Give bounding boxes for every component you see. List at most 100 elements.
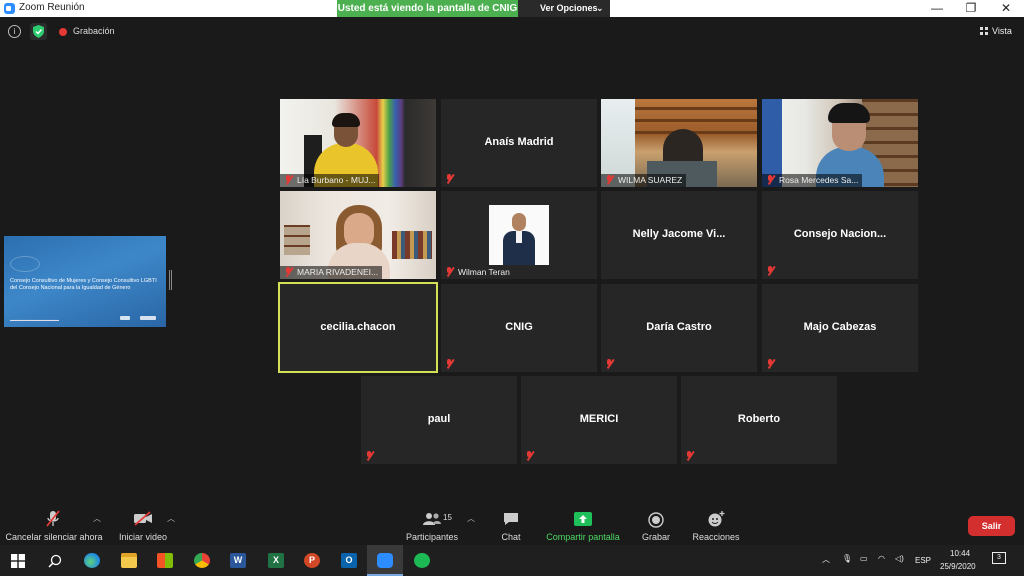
zoom-icon: [377, 553, 393, 568]
minimize-button[interactable]: —: [920, 0, 954, 17]
participant-tile[interactable]: Rosa Mercedes Sa...: [762, 99, 918, 187]
participant-tile[interactable]: Wilman Teran: [441, 191, 597, 279]
taskbar-zoom[interactable]: [367, 545, 403, 576]
notifications-button[interactable]: 3: [992, 552, 1006, 564]
participants-icon: [423, 513, 441, 525]
meeting-info-icon[interactable]: i: [8, 25, 21, 38]
notification-count: 3: [997, 554, 1001, 561]
shared-screen-thumbnail[interactable]: Consejo Consultivo de Mujeres y Consejo …: [4, 236, 166, 327]
tray-battery-icon[interactable]: ▭: [860, 554, 868, 563]
participant-tile[interactable]: Daría Castro: [601, 284, 757, 372]
view-options-button[interactable]: Ver Opciones ⌄: [518, 0, 610, 17]
start-video-label: Iniciar video: [118, 532, 168, 542]
participant-name: Rosa Mercedes Sa...: [779, 175, 859, 185]
outlook-icon: O: [341, 553, 357, 568]
chat-label: Chat: [501, 532, 521, 542]
muted-mic-icon: [445, 174, 454, 184]
tray-time[interactable]: 10:44: [950, 549, 970, 558]
muted-mic-icon: [445, 359, 454, 369]
search-icon: [48, 554, 62, 568]
participant-tile[interactable]: Majo Cabezas: [762, 284, 918, 372]
muted-mic-icon: [284, 267, 293, 277]
participant-name: Roberto: [737, 413, 781, 425]
share-screen-button[interactable]: Compartir pantalla: [542, 508, 624, 544]
view-options-label: Ver Opciones: [540, 3, 598, 13]
unmute-button[interactable]: Cancelar silenciar ahora: [0, 508, 108, 544]
participant-tile[interactable]: paul: [361, 376, 517, 464]
participant-tile[interactable]: Nelly Jacome Vi...: [601, 191, 757, 279]
muted-mic-icon: [284, 175, 293, 185]
panel-resize-handle[interactable]: [169, 270, 172, 290]
chrome-icon: [194, 553, 210, 568]
unmute-label: Cancelar silenciar ahora: [5, 532, 103, 542]
participant-name: Wilman Teran: [458, 267, 510, 277]
muted-mic-icon: [685, 451, 694, 461]
muted-mic-icon: [766, 266, 775, 276]
start-button[interactable]: [0, 545, 36, 576]
security-shield-icon[interactable]: [30, 23, 47, 40]
slide-logo: [120, 316, 130, 320]
tray-volume-icon[interactable]: ◁): [895, 554, 904, 563]
muted-mic-icon: [605, 359, 614, 369]
taskbar-outlook[interactable]: O: [331, 545, 367, 576]
participant-name: Consejo Nacion...: [793, 228, 887, 240]
muted-mic-icon: [445, 267, 454, 277]
restore-button[interactable]: ❐: [954, 0, 988, 17]
tray-wifi-icon[interactable]: ◠: [878, 554, 885, 563]
taskbar-file-explorer[interactable]: [111, 545, 147, 576]
participant-tile[interactable]: WILMA SUAREZ: [601, 99, 757, 187]
window-title: Zoom Reunión: [19, 2, 85, 13]
participant-name: WILMA SUAREZ: [618, 175, 683, 185]
taskbar-powerpoint[interactable]: P: [294, 545, 330, 576]
windows-logo-icon: [11, 554, 25, 568]
participant-tile[interactable]: CNIG: [441, 284, 597, 372]
chat-icon: [504, 513, 518, 525]
video-options-caret[interactable]: ︿: [167, 513, 175, 524]
participants-options-caret[interactable]: ︿: [467, 513, 475, 524]
leave-meeting-button[interactable]: Salir: [968, 516, 1015, 536]
participants-label: Participantes: [405, 532, 459, 542]
participant-name: Majo Cabezas: [803, 321, 877, 333]
reactions-button[interactable]: Reacciones: [690, 508, 742, 544]
participant-tile[interactable]: Lía Burbano - MUJ...: [280, 99, 436, 187]
search-button[interactable]: [36, 545, 72, 576]
view-button[interactable]: Vista: [980, 26, 1012, 36]
shared-slide-title: Consejo Consultivo de Mujeres y Consejo …: [10, 278, 157, 292]
participant-tile-active-speaker[interactable]: cecilia.chacon: [278, 282, 438, 373]
close-button[interactable]: ✕: [989, 0, 1023, 17]
folder-icon: [121, 553, 137, 568]
excel-icon: X: [268, 553, 284, 568]
taskbar-spotify[interactable]: [404, 545, 440, 576]
muted-mic-icon: [365, 451, 374, 461]
slide-footer: ▬▬▬▬▬▬▬▬▬▬▬▬▬▬: [10, 318, 59, 322]
taskbar-edge[interactable]: [74, 545, 110, 576]
tray-language[interactable]: ESP: [915, 556, 931, 565]
record-icon: [648, 512, 664, 528]
participant-name: CNIG: [505, 321, 533, 333]
tray-microphone-icon[interactable]: 🎙: [842, 554, 852, 563]
tray-overflow-chevron-icon[interactable]: ︿: [822, 554, 830, 565]
share-screen-label: Compartir pantalla: [546, 532, 620, 542]
participant-tile[interactable]: Consejo Nacion...: [762, 191, 918, 279]
participant-tile[interactable]: MERICI: [521, 376, 677, 464]
taskbar-word[interactable]: W: [220, 545, 256, 576]
participant-nameplate: WILMA SUAREZ: [601, 174, 687, 187]
zoom-app-icon: [4, 3, 15, 14]
taskbar-store[interactable]: [147, 545, 183, 576]
participant-tile[interactable]: MARIA RIVADENEI...: [280, 191, 436, 279]
participant-nameplate: MARIA RIVADENEI...: [280, 266, 383, 279]
start-video-button[interactable]: Iniciar video: [114, 508, 172, 544]
tray-date[interactable]: 25/9/2020: [940, 562, 976, 571]
audio-options-caret[interactable]: ︿: [93, 513, 101, 524]
participant-name: Anaís Madrid: [484, 136, 554, 148]
participant-tile[interactable]: Anaís Madrid: [441, 99, 597, 187]
taskbar-chrome[interactable]: [184, 545, 220, 576]
participant-tile[interactable]: Roberto: [681, 376, 837, 464]
record-button[interactable]: Grabar: [636, 508, 676, 544]
taskbar-excel[interactable]: X: [258, 545, 294, 576]
muted-mic-icon: [766, 359, 775, 369]
participant-nameplate: Wilman Teran: [441, 266, 514, 279]
chat-button[interactable]: Chat: [492, 508, 530, 544]
screen-share-banner: Usted está viendo la pantalla de CNIG: [337, 0, 518, 17]
chevron-down-icon: ⌄: [596, 3, 604, 13]
